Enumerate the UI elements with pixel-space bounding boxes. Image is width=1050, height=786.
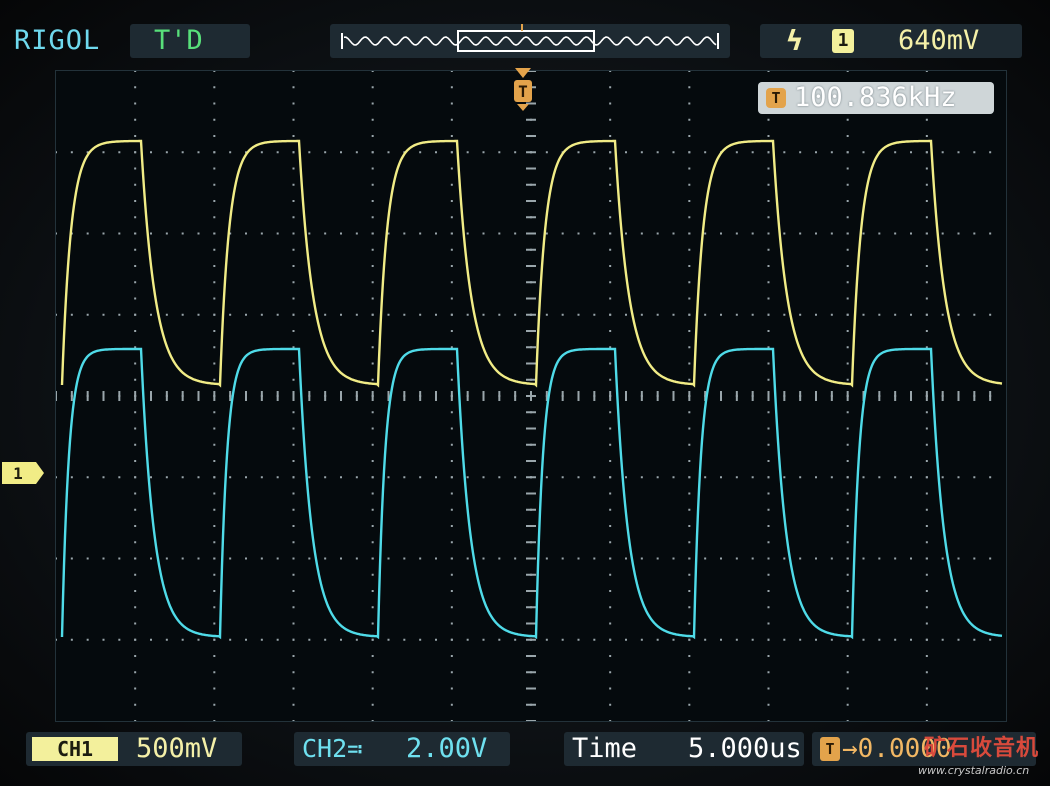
trigger-status: T'D (130, 24, 250, 58)
frequency-readout: T 100.836kHz (758, 82, 994, 114)
watermark-url: www.crystalradio.cn (918, 764, 1030, 777)
ch2-scale: 2.00V (406, 733, 488, 764)
watermark-text: 矿石收音机 (924, 736, 1040, 761)
trigger-source: 1 (832, 29, 854, 53)
rising-edge-icon: ϟ (786, 24, 803, 57)
trigger-level: 640mV (898, 25, 980, 56)
waveform-layer (60, 139, 1003, 640)
brand-logo: RIGOL (14, 25, 101, 56)
svg-text:1: 1 (13, 464, 23, 483)
memory-window[interactable] (457, 30, 595, 52)
svg-text:T: T (518, 82, 528, 101)
memory-overview (330, 18, 730, 58)
trigger-position-icon[interactable]: T (511, 66, 535, 112)
time-scale: 5.000us (688, 733, 802, 764)
ch1-scale: 500mV (136, 733, 218, 764)
delay-icon: T (820, 737, 840, 761)
bottom-status-bar: CH1 500mV CH2≕ 2.00V Time 5.000us T →0.0… (0, 730, 1050, 770)
ch1-label: CH1 (32, 737, 118, 761)
ch2-settings[interactable]: CH2≕ 2.00V (294, 732, 510, 766)
timebase-settings[interactable]: Time 5.000us (564, 732, 804, 766)
ch2-label: CH2≕ (302, 734, 363, 763)
ch1-waveform (60, 139, 1003, 388)
trigger-measure-icon: T (766, 88, 786, 108)
frequency-value: 100.836kHz (794, 82, 957, 113)
top-status-bar: RIGOL T'D ϟ 1 640mV (0, 18, 1050, 62)
ch1-ground-marker[interactable]: 1 (0, 460, 46, 486)
time-label: Time (572, 733, 638, 764)
ch1-settings[interactable]: CH1 500mV (26, 732, 242, 766)
trigger-info[interactable]: ϟ 1 640mV (760, 24, 1022, 58)
memory-waveform-icon (341, 18, 719, 52)
watermark: 矿石收音机 www.crystalradio.cn (916, 736, 1046, 782)
ch2-waveform (60, 347, 1003, 640)
waveform-display[interactable] (55, 70, 1007, 722)
